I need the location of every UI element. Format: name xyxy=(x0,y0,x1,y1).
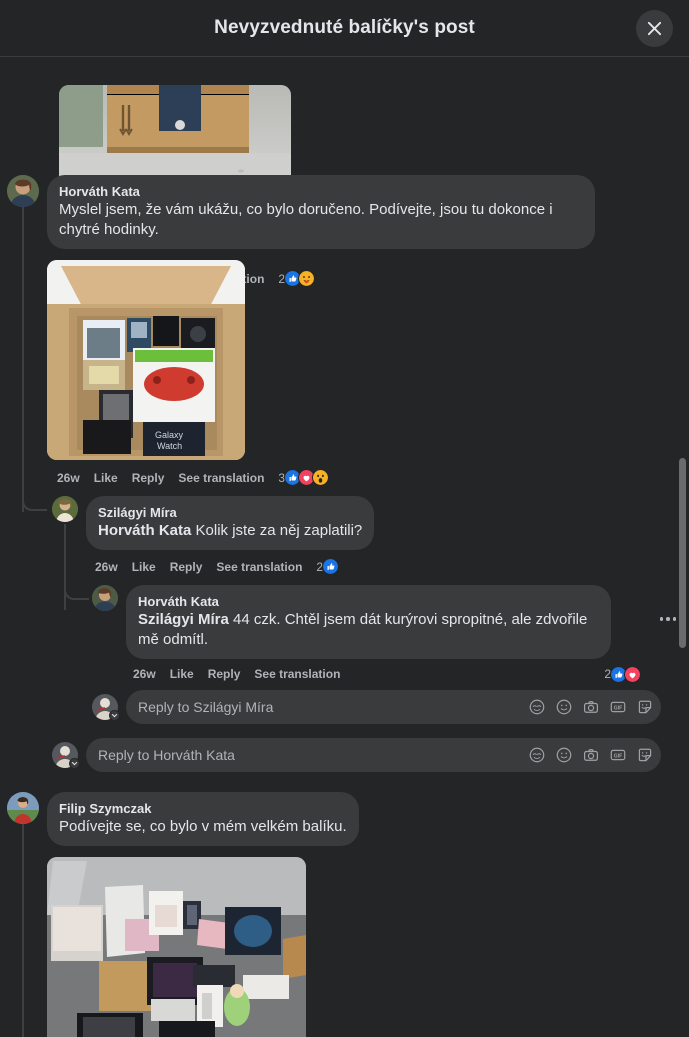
open-box-electronics-photo-icon: Galaxy Watch xyxy=(47,260,245,460)
close-icon xyxy=(647,21,662,36)
reaction-summary[interactable]: 3 xyxy=(278,469,330,486)
camera-icon[interactable] xyxy=(583,747,599,763)
comment-thread-modal: Nevyzvednuté balíčky's post 2 Horváth Ka… xyxy=(0,0,689,1037)
comment-bubble: Szilágyi Míra Horváth Kata Kolik jste za… xyxy=(86,496,375,550)
avatar-photo-icon xyxy=(92,585,118,611)
smiley-icon[interactable] xyxy=(556,699,572,715)
comment-photo[interactable]: Galaxy Watch xyxy=(47,260,245,460)
timestamp[interactable]: 26w xyxy=(57,471,80,485)
composer-icons: GIF xyxy=(529,699,653,715)
avatar-emoji-icon[interactable] xyxy=(529,699,545,715)
svg-text:Watch: Watch xyxy=(157,441,182,451)
sticker-icon[interactable] xyxy=(637,699,653,715)
comment-author[interactable]: Filip Szymczak xyxy=(59,800,347,817)
timestamp[interactable]: 26w xyxy=(133,667,156,681)
comment-reply: Horváth Kata Szilágyi Míra 44 czk. Chtěl… xyxy=(0,585,689,659)
reply-input-kata[interactable]: Reply to Horváth Kata GIF xyxy=(86,738,661,772)
comment-actions: 26w Like Reply See translation 2 xyxy=(95,558,689,575)
see-translation-button[interactable]: See translation xyxy=(254,667,340,681)
comment-photo[interactable] xyxy=(47,857,306,1037)
reply-placeholder: Reply to Szilágyi Míra xyxy=(138,699,274,715)
avatar-photo-icon xyxy=(7,792,39,824)
avatar[interactable] xyxy=(7,792,39,824)
reply-composer-row: Reply to Horváth Kata GIF xyxy=(52,738,689,772)
gif-icon[interactable]: GIF xyxy=(610,699,626,715)
svg-text:GIF: GIF xyxy=(614,705,623,711)
comment-author[interactable]: Horváth Kata xyxy=(59,183,583,200)
gif-icon[interactable]: GIF xyxy=(610,747,626,763)
reaction-love-icon xyxy=(624,665,641,683)
svg-text:Galaxy: Galaxy xyxy=(155,430,184,440)
see-translation-button[interactable]: See translation xyxy=(178,471,264,485)
camera-icon[interactable] xyxy=(583,699,599,715)
reaction-wow-icon xyxy=(312,469,330,486)
comment-text: Horváth Kata Kolik jste za něj zaplatili… xyxy=(98,521,362,541)
current-user-avatar[interactable] xyxy=(52,742,80,769)
reaction-summary[interactable]: 2 xyxy=(604,665,641,683)
comment-author[interactable]: Horváth Kata xyxy=(138,593,599,610)
reaction-summary[interactable]: 2 xyxy=(316,558,340,575)
avatar-photo-icon xyxy=(52,496,78,522)
dot xyxy=(659,617,663,621)
comment: Horváth Kata Myslel jsem, že vám ukážu, … xyxy=(0,175,689,249)
comment-actions: 26w Like Reply See translation 2 xyxy=(133,665,689,683)
mention-link[interactable]: Horváth Kata xyxy=(98,522,191,539)
comment-bubble: Filip Szymczak Podívejte se, co bylo v m… xyxy=(47,792,359,846)
comment-actions: 26w Like Reply See translation 3 xyxy=(57,469,689,486)
thread-line xyxy=(22,824,24,1037)
like-button[interactable]: Like xyxy=(170,667,194,681)
timestamp[interactable]: 26w xyxy=(95,560,118,574)
reply-composer-row: Reply to Szilágyi Míra GIF xyxy=(92,690,689,724)
avatar-photo-icon xyxy=(7,175,39,207)
reply-placeholder: Reply to Horváth Kata xyxy=(98,747,235,763)
like-button[interactable]: Like xyxy=(94,471,118,485)
smiley-icon[interactable] xyxy=(556,747,572,763)
close-button[interactable] xyxy=(636,10,673,47)
scrollbar-thumb[interactable] xyxy=(679,458,686,648)
comment-bubble: Horváth Kata Myslel jsem, že vám ukážu, … xyxy=(47,175,595,249)
composer-icons: GIF xyxy=(529,747,653,763)
reply-button[interactable]: Reply xyxy=(170,560,203,574)
avatar[interactable] xyxy=(7,175,39,207)
avatar[interactable] xyxy=(92,585,118,611)
parcels-on-table-photo-icon xyxy=(47,857,306,1037)
comment-reply: Szilágyi Míra Horváth Kata Kolik jste za… xyxy=(0,496,689,550)
dot xyxy=(666,617,670,621)
comment-text: Podívejte se, co bylo v mém velkém balík… xyxy=(59,818,347,835)
comment-bubble: Horváth Kata Szilágyi Míra 44 czk. Chtěl… xyxy=(126,585,611,659)
reaction-like-icon xyxy=(322,558,340,575)
comment-body: Kolik jste za něj zaplatili? xyxy=(191,522,363,539)
modal-header: Nevyzvednuté balíčky's post xyxy=(0,0,689,57)
svg-text:GIF: GIF xyxy=(614,753,623,759)
comment-text: Szilágyi Míra 44 czk. Chtěl jsem dát kur… xyxy=(138,610,599,650)
mention-link[interactable]: Szilágyi Míra xyxy=(138,611,229,628)
comment-author[interactable]: Szilágyi Míra xyxy=(98,504,362,521)
comments-scroll-area[interactable]: 26w Like Reply See translation 2 xyxy=(0,57,689,1037)
like-button[interactable]: Like xyxy=(132,560,156,574)
comment-options-button[interactable] xyxy=(659,617,676,621)
thread-line xyxy=(22,207,24,512)
chevron-down-badge-icon[interactable] xyxy=(69,758,80,769)
comment: Filip Szymczak Podívejte se, co bylo v m… xyxy=(0,792,689,846)
dot xyxy=(672,617,676,621)
chevron-down-badge-icon[interactable] xyxy=(109,710,120,721)
sticker-icon[interactable] xyxy=(637,747,653,763)
reply-input-mira[interactable]: Reply to Szilágyi Míra GIF xyxy=(126,690,661,724)
current-user-avatar[interactable] xyxy=(92,694,120,721)
page-title: Nevyzvednuté balíčky's post xyxy=(214,17,475,38)
reply-button[interactable]: Reply xyxy=(132,471,165,485)
see-translation-button[interactable]: See translation xyxy=(216,560,302,574)
comment-text: Myslel jsem, že vám ukážu, co bylo doruč… xyxy=(59,201,553,238)
reply-button[interactable]: Reply xyxy=(208,667,241,681)
avatar[interactable] xyxy=(52,496,78,522)
avatar-emoji-icon[interactable] xyxy=(529,747,545,763)
